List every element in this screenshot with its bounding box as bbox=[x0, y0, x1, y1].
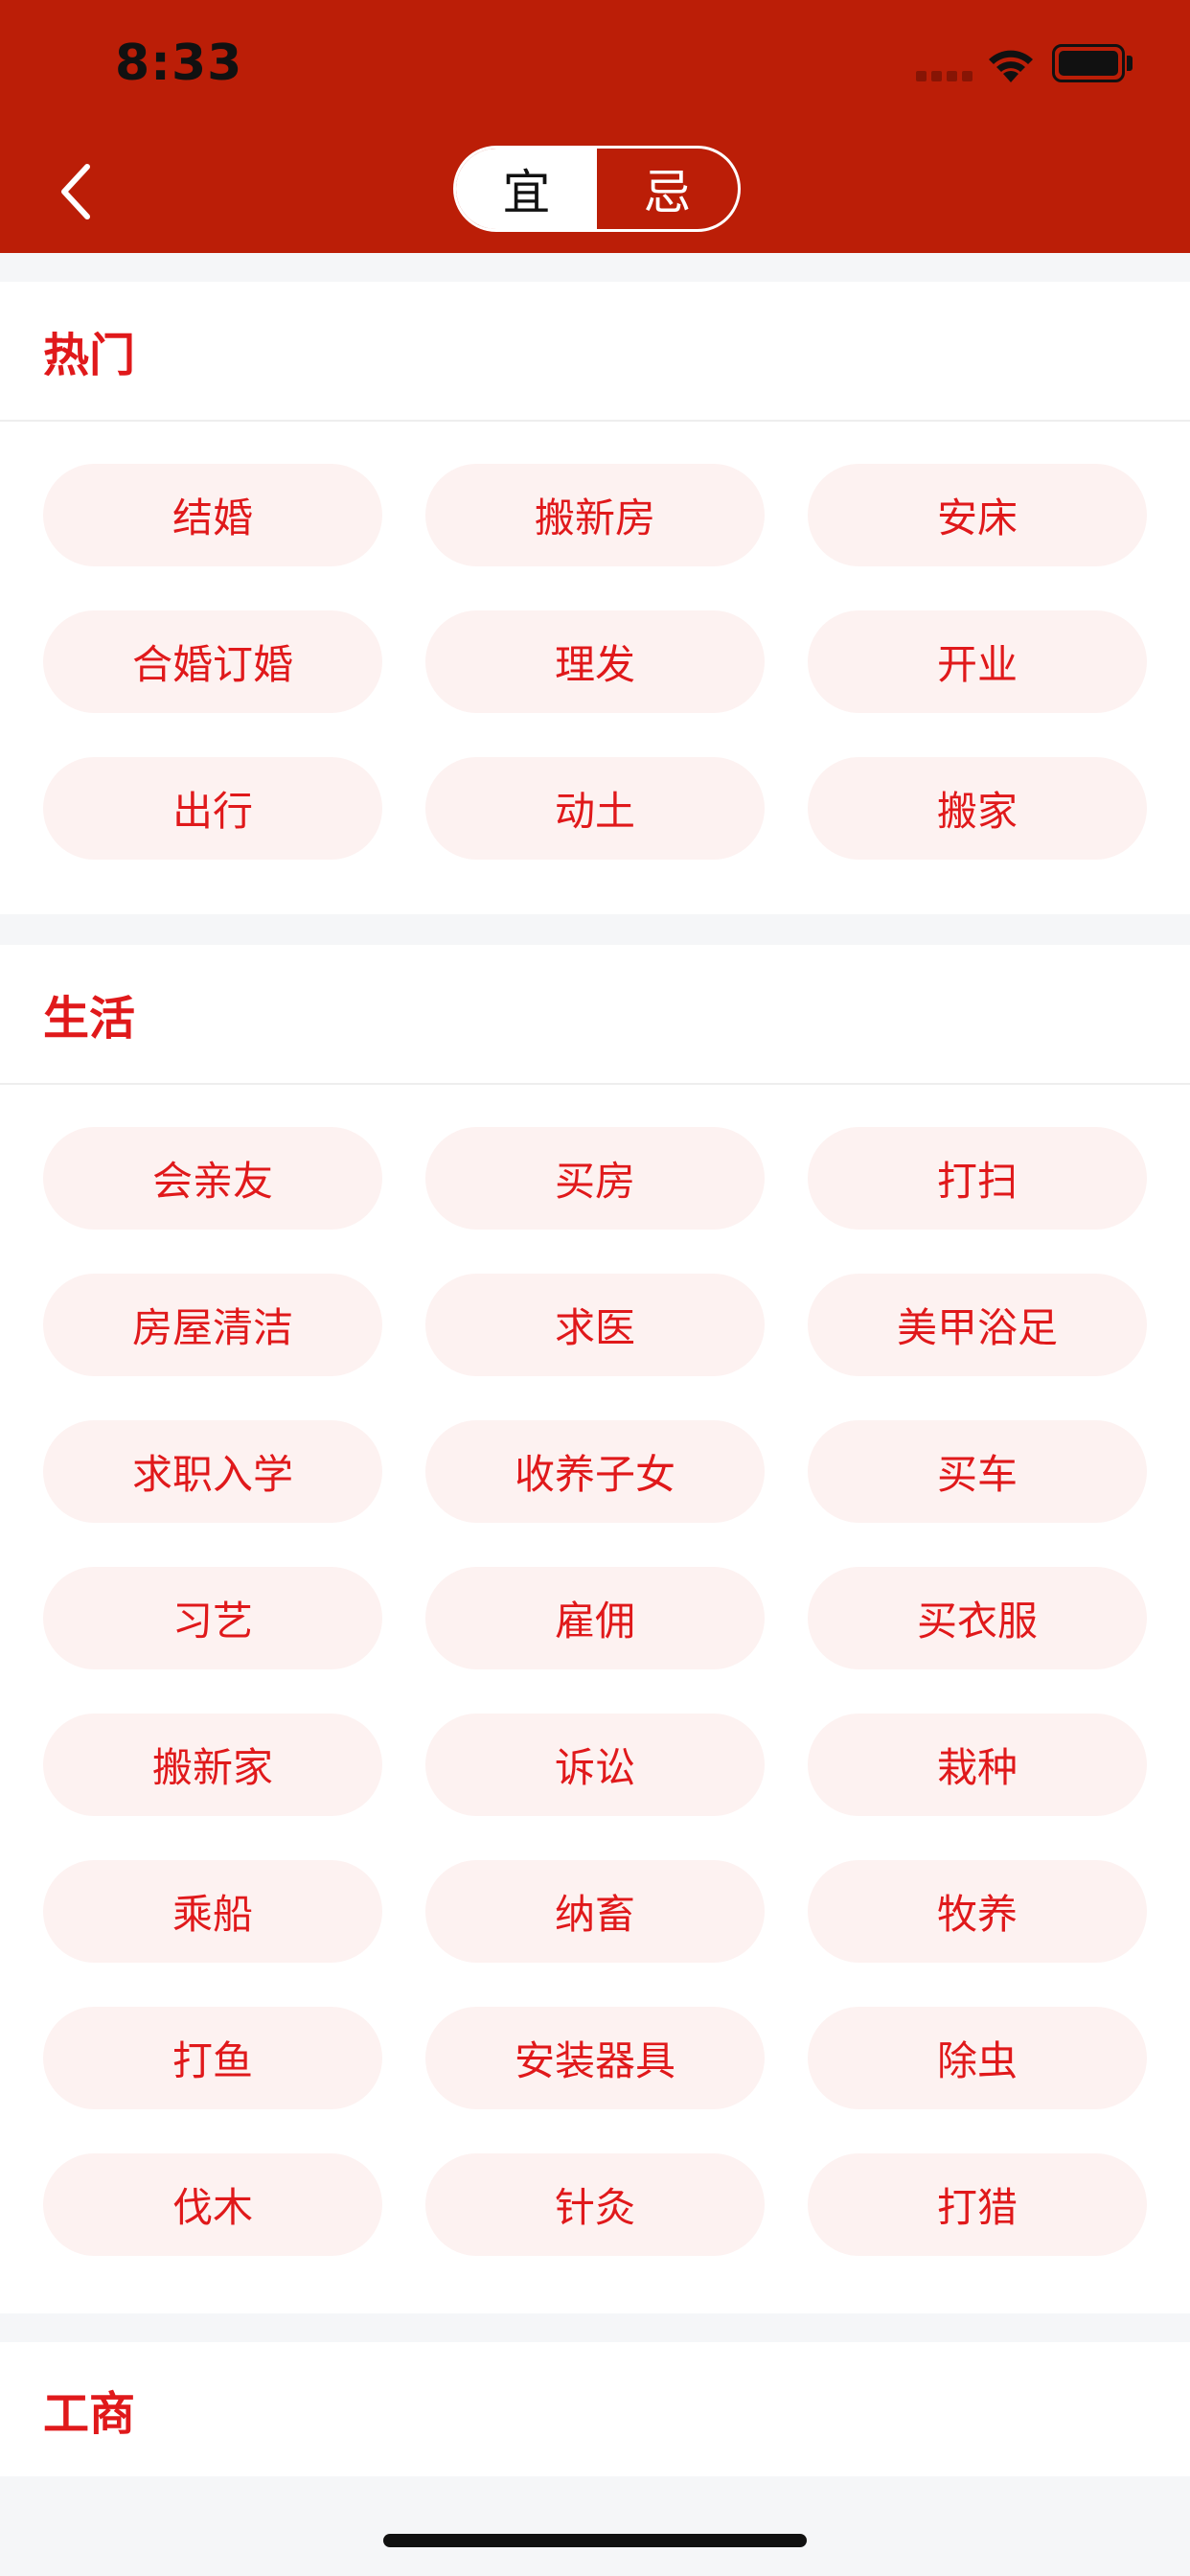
activity-chip[interactable]: 动土 bbox=[425, 757, 765, 860]
item-grid: 结婚 搬新房 安床 合婚订婚 理发 开业 出行 动土 搬家 bbox=[43, 464, 1147, 860]
activity-chip[interactable]: 乘船 bbox=[43, 1860, 382, 1963]
section-title: 工商 bbox=[43, 2387, 136, 2441]
section-title: 生活 bbox=[43, 992, 136, 1046]
activity-chip[interactable]: 牧养 bbox=[808, 1860, 1147, 1963]
activity-chip[interactable]: 除虫 bbox=[808, 2007, 1147, 2109]
activity-chip[interactable]: 栽种 bbox=[808, 1714, 1147, 1816]
activity-chip[interactable]: 雇佣 bbox=[425, 1567, 765, 1669]
back-button[interactable] bbox=[42, 153, 109, 230]
activity-chip[interactable]: 安床 bbox=[808, 464, 1147, 566]
activity-chip[interactable]: 搬新房 bbox=[425, 464, 765, 566]
activity-chip[interactable]: 打猎 bbox=[808, 2153, 1147, 2256]
activity-chip[interactable]: 美甲浴足 bbox=[808, 1274, 1147, 1376]
activity-chip[interactable]: 开业 bbox=[808, 610, 1147, 713]
activity-chip[interactable]: 买衣服 bbox=[808, 1567, 1147, 1669]
segment-ji[interactable]: 忌 bbox=[597, 149, 738, 229]
activity-chip[interactable]: 习艺 bbox=[43, 1567, 382, 1669]
section-business: 工商 bbox=[0, 2342, 1190, 2476]
activity-chip[interactable]: 打扫 bbox=[808, 1127, 1147, 1230]
section-divider bbox=[0, 1083, 1190, 1085]
activity-chip[interactable]: 合婚订婚 bbox=[43, 610, 382, 713]
activity-chip[interactable]: 房屋清洁 bbox=[43, 1274, 382, 1376]
wifi-icon bbox=[989, 50, 1033, 82]
segment-yi[interactable]: 宜 bbox=[456, 149, 597, 229]
activity-chip[interactable]: 出行 bbox=[43, 757, 382, 860]
activity-chip[interactable]: 买房 bbox=[425, 1127, 765, 1230]
status-time: 8:33 bbox=[115, 34, 243, 92]
section-divider bbox=[0, 420, 1190, 422]
item-grid: 会亲友 买房 打扫 房屋清洁 求医 美甲浴足 求职入学 收养子女 买车 习艺 雇… bbox=[43, 1127, 1147, 2256]
section-title: 热门 bbox=[43, 329, 136, 382]
section-hot: 热门 结婚 搬新房 安床 合婚订婚 理发 开业 出行 动土 搬家 bbox=[0, 282, 1190, 914]
chevron-left-icon bbox=[61, 164, 90, 219]
activity-chip[interactable]: 纳畜 bbox=[425, 1860, 765, 1963]
activity-chip[interactable]: 会亲友 bbox=[43, 1127, 382, 1230]
activity-chip[interactable]: 诉讼 bbox=[425, 1714, 765, 1816]
activity-chip[interactable]: 搬家 bbox=[808, 757, 1147, 860]
activity-chip[interactable]: 收养子女 bbox=[425, 1420, 765, 1523]
activity-chip[interactable]: 安装器具 bbox=[425, 2007, 765, 2109]
cellular-signal-icon bbox=[916, 71, 973, 81]
nav-header: 8:33 宜 忌 bbox=[0, 0, 1190, 253]
activity-chip[interactable]: 求职入学 bbox=[43, 1420, 382, 1523]
activity-chip[interactable]: 伐木 bbox=[43, 2153, 382, 2256]
activity-chip[interactable]: 搬新家 bbox=[43, 1714, 382, 1816]
section-life: 生活 会亲友 买房 打扫 房屋清洁 求医 美甲浴足 求职入学 收养子女 买车 习… bbox=[0, 945, 1190, 2313]
activity-chip[interactable]: 针灸 bbox=[425, 2153, 765, 2256]
activity-chip[interactable]: 结婚 bbox=[43, 464, 382, 566]
activity-chip[interactable]: 理发 bbox=[425, 610, 765, 713]
yi-ji-segmented-control: 宜 忌 bbox=[453, 146, 741, 232]
battery-icon bbox=[1052, 44, 1125, 82]
activity-chip[interactable]: 买车 bbox=[808, 1420, 1147, 1523]
battery-cap bbox=[1127, 56, 1133, 71]
home-indicator[interactable] bbox=[383, 2534, 807, 2547]
activity-chip[interactable]: 求医 bbox=[425, 1274, 765, 1376]
activity-chip[interactable]: 打鱼 bbox=[43, 2007, 382, 2109]
